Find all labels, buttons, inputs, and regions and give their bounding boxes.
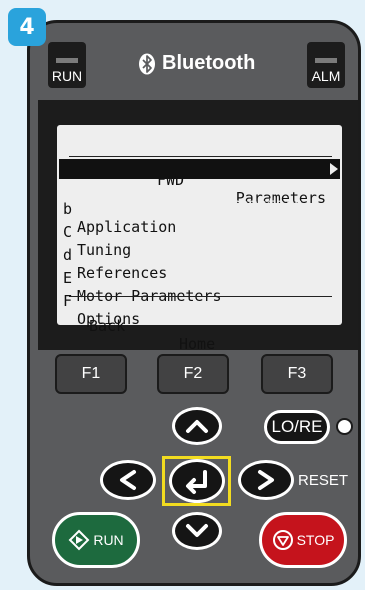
chevron-left-icon: [120, 470, 136, 490]
softkey-bar: Back Home: [57, 299, 342, 353]
chevron-right-icon: [258, 470, 274, 490]
run-icon: [68, 529, 90, 551]
lcd-screen: --:-- FWD Parameters A Initialization Pa…: [57, 125, 342, 353]
enter-key-highlight: [162, 456, 231, 506]
alm-indicator: ALM: [307, 42, 345, 88]
menu-item-initialization[interactable]: A Initialization Parameters: [59, 159, 340, 213]
f2-key[interactable]: F2: [157, 354, 229, 394]
brand-label: Bluetooth: [162, 52, 256, 74]
bluetooth-brand: Bluetooth: [138, 52, 255, 75]
menu-item-references[interactable]: d References: [57, 228, 342, 282]
f1-key[interactable]: F1: [55, 354, 127, 394]
softkey-back[interactable]: Back: [89, 317, 125, 335]
alm-indicator-label: ALM: [311, 68, 341, 84]
stop-label: STOP: [296, 532, 335, 548]
up-arrow-button[interactable]: [172, 407, 222, 445]
menu-item-options[interactable]: F Options: [57, 274, 342, 328]
run-indicator-led: [56, 58, 78, 63]
right-arrow-button[interactable]: [238, 460, 294, 500]
run-label: RUN: [93, 532, 124, 548]
lo-re-led: [336, 418, 353, 435]
softkey-divider: [69, 296, 332, 297]
stop-button[interactable]: STOP: [259, 512, 347, 568]
stop-icon: [272, 530, 293, 550]
submenu-arrow-icon: [330, 163, 338, 175]
chevron-up-icon: [186, 420, 208, 433]
down-arrow-button[interactable]: [172, 512, 222, 550]
bluetooth-icon: [139, 53, 155, 74]
menu-item-tuning[interactable]: C Tuning: [57, 205, 342, 259]
lo-re-button[interactable]: LO/RE: [264, 410, 330, 444]
step-badge: 4: [8, 8, 46, 46]
run-indicator: RUN: [48, 42, 86, 88]
status-bar: --:-- FWD Parameters: [57, 135, 342, 207]
run-indicator-label: RUN: [51, 68, 83, 84]
alm-indicator-led: [315, 58, 337, 63]
status-divider: [69, 156, 332, 157]
run-button[interactable]: RUN: [52, 512, 140, 568]
left-arrow-button[interactable]: [100, 460, 156, 500]
chevron-down-icon: [186, 524, 208, 537]
reset-label: RESET: [298, 472, 349, 489]
menu-item-motor-parameters[interactable]: E Motor Parameters: [57, 251, 342, 305]
menu-item-application[interactable]: b Application: [57, 182, 342, 236]
softkey-home[interactable]: Home: [179, 335, 215, 353]
f3-key[interactable]: F3: [261, 354, 333, 394]
